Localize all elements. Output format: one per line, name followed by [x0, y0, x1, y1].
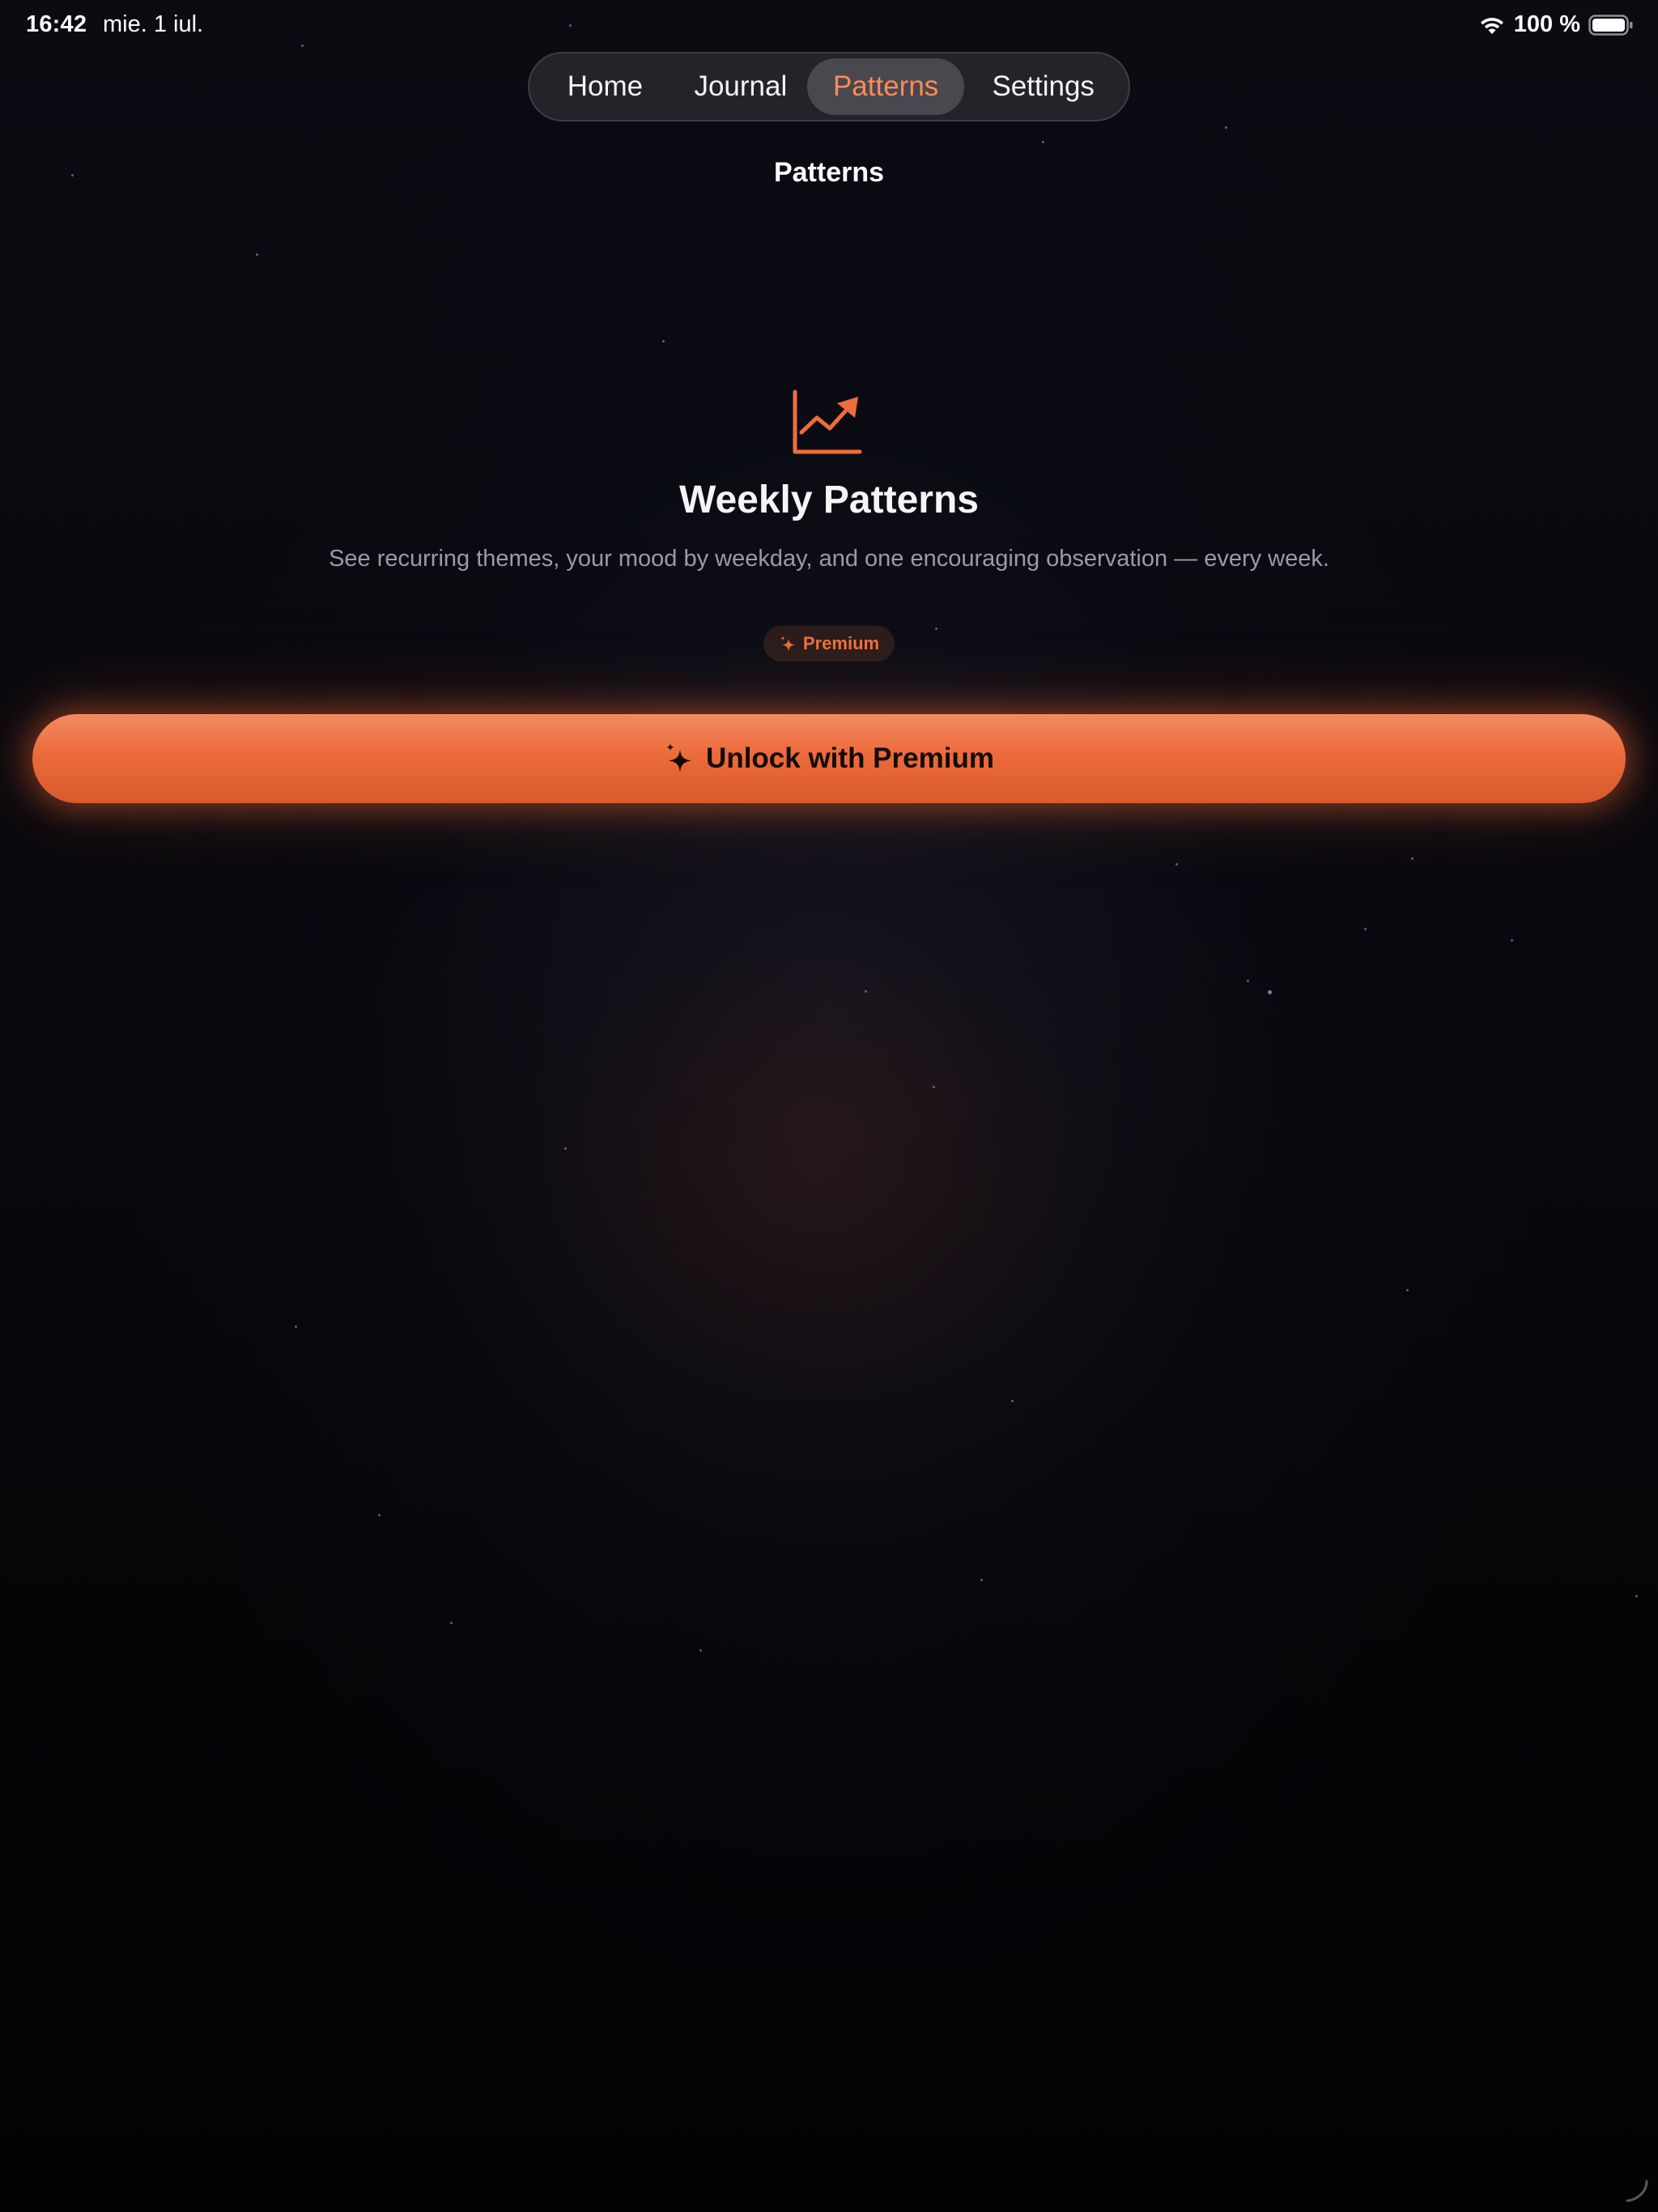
premium-badge: Premium — [763, 626, 895, 661]
status-indicators: 100 % — [1478, 11, 1634, 38]
battery-icon — [1588, 14, 1633, 36]
tab-bar: Home Journal Patterns Settings — [528, 52, 1130, 121]
status-bar: 16:42 mie. 1 iul. 100 % — [0, 0, 1658, 52]
sparkle-icon — [780, 636, 795, 652]
unlock-premium-button[interactable]: Unlock with Premium — [32, 714, 1626, 803]
sparkles-icon — [666, 743, 692, 772]
resize-handle-icon[interactable] — [1622, 2176, 1650, 2204]
status-date: mie. 1 iul. — [103, 11, 204, 37]
trending-chart-icon — [793, 389, 862, 454]
tab-patterns[interactable]: Patterns — [806, 58, 965, 115]
feature-description: See recurring themes, your mood by weekd… — [329, 546, 1329, 572]
feature-title: Weekly Patterns — [679, 479, 979, 521]
tab-journal[interactable]: Journal — [674, 58, 807, 115]
tab-home[interactable]: Home — [536, 58, 674, 115]
premium-badge-label: Premium — [802, 633, 880, 653]
page-title: Patterns — [773, 157, 885, 188]
wifi-icon — [1480, 17, 1503, 34]
tab-settings[interactable]: Settings — [964, 58, 1122, 115]
unlock-premium-label: Unlock with Premium — [706, 742, 994, 774]
battery-percentage: 100 % — [1513, 11, 1580, 37]
status-time: 16:42 — [26, 11, 87, 37]
